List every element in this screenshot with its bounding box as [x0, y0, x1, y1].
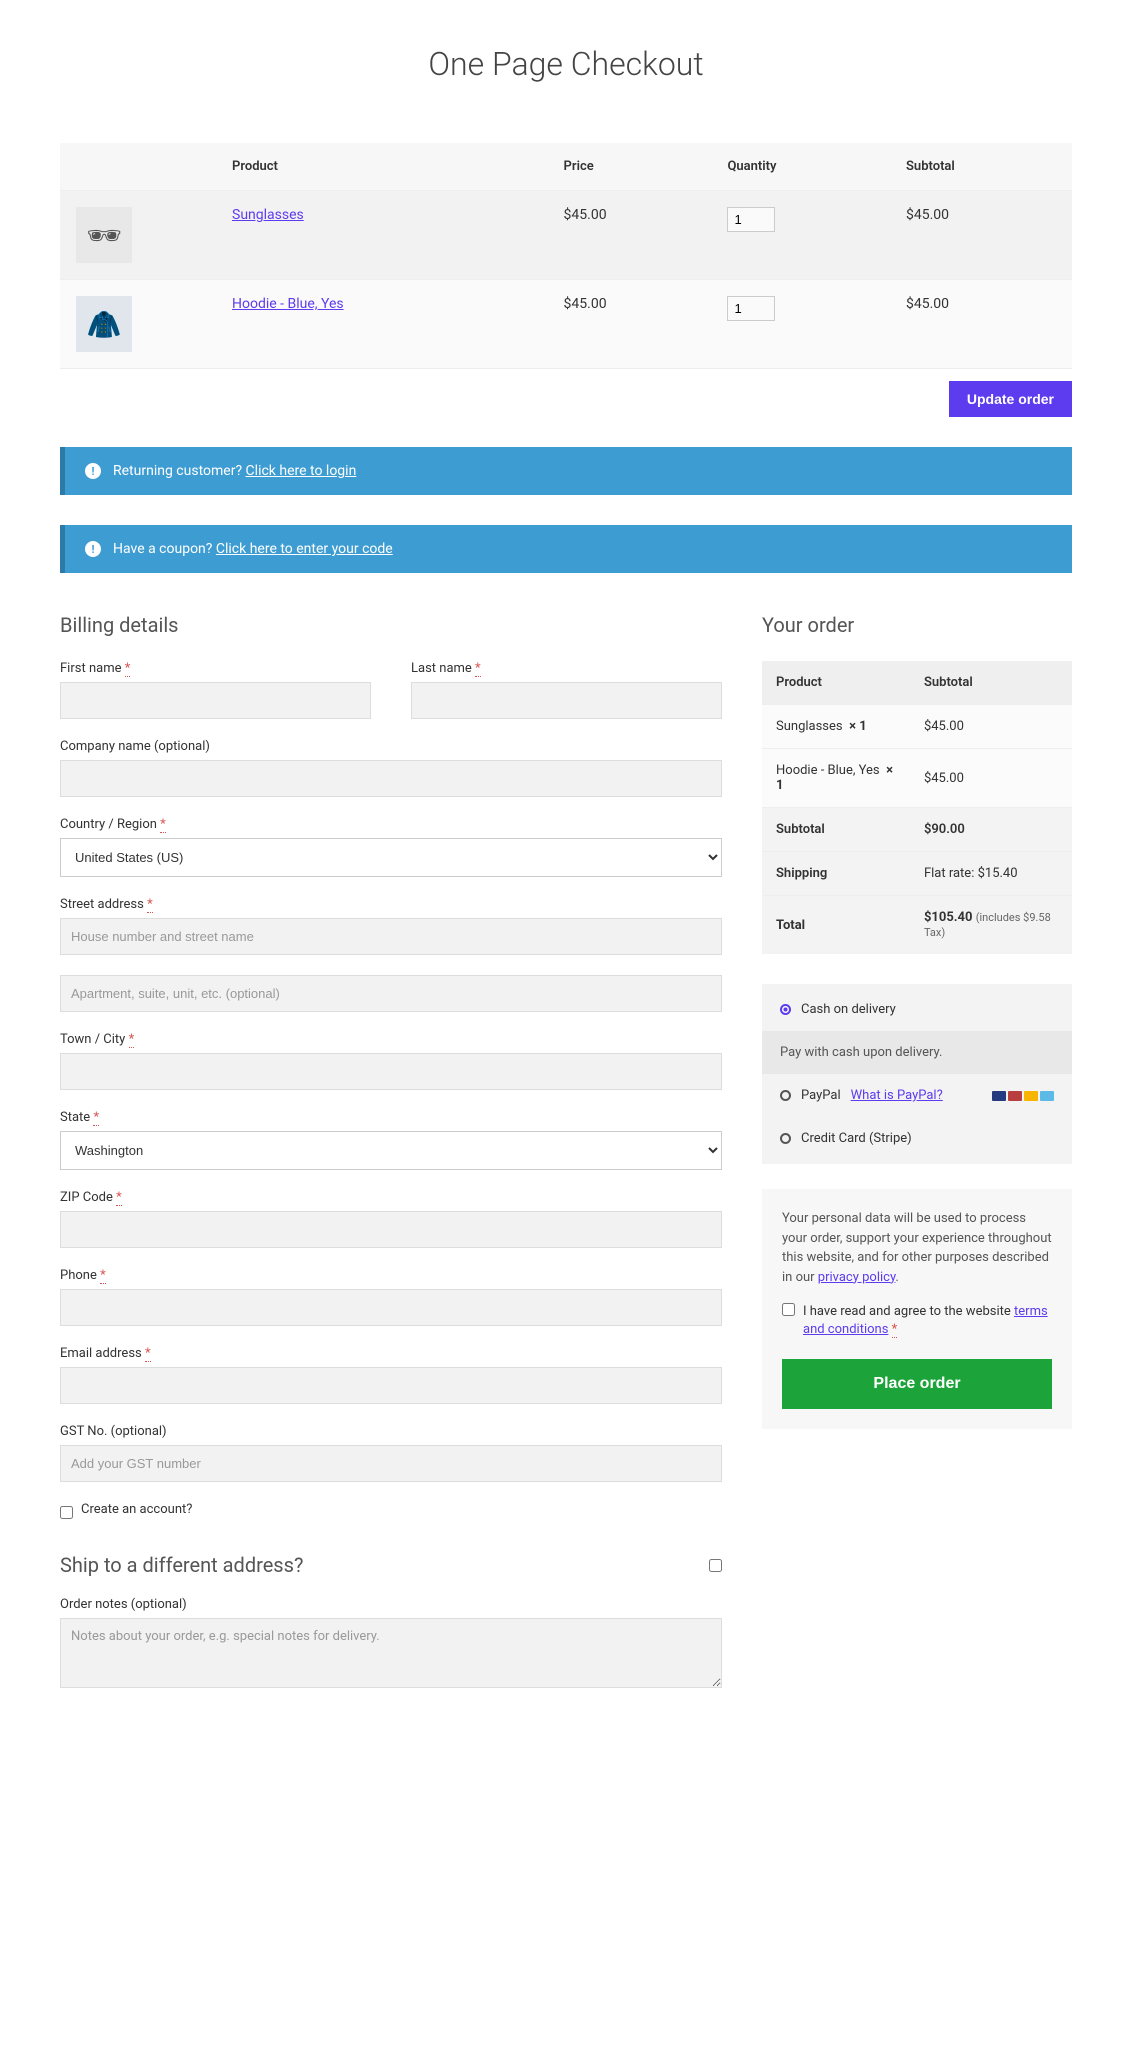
first-name-label: First name * — [60, 661, 371, 676]
city-input[interactable] — [60, 1053, 722, 1090]
product-image: 🕶 — [76, 207, 132, 263]
notice-text: Returning customer? — [113, 463, 242, 479]
radio-icon — [780, 1090, 791, 1101]
state-select[interactable]: Washington — [60, 1131, 722, 1170]
country-select[interactable]: United States (US) — [60, 838, 722, 877]
gst-input[interactable] — [60, 1445, 722, 1482]
state-label: State * — [60, 1110, 722, 1125]
price-cell: $45.00 — [552, 280, 716, 369]
card-icons — [992, 1091, 1054, 1101]
ship-heading: Ship to a different address? — [60, 1553, 303, 1577]
col-price: Price — [552, 143, 716, 191]
total-value: $105.40 (includes $9.58 Tax) — [910, 896, 1072, 955]
cart-row: 🧥 Hoodie - Blue, Yes $45.00 $45.00 — [60, 280, 1072, 369]
notice-text: Have a coupon? — [113, 541, 212, 557]
page-title: One Page Checkout — [60, 45, 1072, 83]
phone-input[interactable] — [60, 1289, 722, 1326]
qty-input[interactable] — [727, 207, 775, 232]
last-name-input[interactable] — [411, 682, 722, 719]
radio-icon — [780, 1133, 791, 1144]
subtotal-cell: $45.00 — [894, 280, 1072, 369]
coupon-link[interactable]: Click here to enter your code — [216, 541, 393, 557]
order-col-product: Product — [762, 661, 910, 705]
privacy-text: Your personal data will be used to proce… — [782, 1209, 1052, 1287]
returning-customer-notice: ! Returning customer? Click here to logi… — [60, 447, 1072, 495]
product-link[interactable]: Sunglasses — [232, 207, 304, 223]
col-thumb — [60, 143, 220, 191]
street-label: Street address * — [60, 897, 722, 912]
payment-cod[interactable]: Cash on delivery — [762, 988, 1072, 1031]
company-input[interactable] — [60, 760, 722, 797]
apt-input[interactable] — [60, 975, 722, 1012]
qty-input[interactable] — [727, 296, 775, 321]
cart-table: Product Price Quantity Subtotal 🕶 Sungla… — [60, 143, 1072, 369]
payment-label: PayPal — [801, 1088, 841, 1103]
street-input[interactable] — [60, 918, 722, 955]
ship-different-checkbox[interactable] — [709, 1559, 722, 1572]
coupon-notice: ! Have a coupon? Click here to enter you… — [60, 525, 1072, 573]
order-review-table: Product Subtotal Sunglasses × 1 $45.00 H… — [762, 661, 1072, 954]
subtotal-cell: $45.00 — [894, 191, 1072, 280]
subtotal-label: Subtotal — [762, 808, 910, 852]
shipping-label: Shipping — [762, 852, 910, 896]
price-cell: $45.00 — [552, 191, 716, 280]
terms-label: I have read and agree to the website ter… — [803, 1303, 1052, 1339]
radio-icon — [780, 1004, 791, 1015]
payment-cod-desc: Pay with cash upon delivery. — [762, 1031, 1072, 1074]
first-name-input[interactable] — [60, 682, 371, 719]
info-icon: ! — [85, 463, 101, 479]
order-item-name: Hoodie - Blue, Yes — [776, 763, 880, 778]
order-item-name: Sunglasses — [776, 719, 843, 734]
shipping-value: Flat rate: $15.40 — [910, 852, 1072, 896]
update-order-button[interactable]: Update order — [949, 381, 1072, 417]
product-image: 🧥 — [76, 296, 132, 352]
payment-methods: Cash on delivery Pay with cash upon deli… — [762, 984, 1072, 1164]
col-subtotal: Subtotal — [894, 143, 1072, 191]
order-heading: Your order — [762, 613, 1072, 637]
zip-label: ZIP Code * — [60, 1190, 722, 1205]
what-is-paypal-link[interactable]: What is PayPal? — [851, 1088, 943, 1103]
email-input[interactable] — [60, 1367, 722, 1404]
total-label: Total — [762, 896, 910, 955]
create-account-checkbox[interactable] — [60, 1506, 73, 1519]
col-qty: Quantity — [715, 143, 894, 191]
subtotal-value: $90.00 — [910, 808, 1072, 852]
company-label: Company name (optional) — [60, 739, 722, 754]
privacy-box: Your personal data will be used to proce… — [762, 1189, 1072, 1429]
login-link[interactable]: Click here to login — [246, 463, 357, 479]
billing-heading: Billing details — [60, 613, 722, 637]
payment-paypal[interactable]: PayPal What is PayPal? — [762, 1074, 1072, 1117]
order-item-subtotal: $45.00 — [910, 749, 1072, 808]
cart-row: 🕶 Sunglasses $45.00 $45.00 — [60, 191, 1072, 280]
country-label: Country / Region * — [60, 817, 722, 832]
payment-stripe[interactable]: Credit Card (Stripe) — [762, 1117, 1072, 1160]
gst-label: GST No. (optional) — [60, 1424, 722, 1439]
order-item-subtotal: $45.00 — [910, 705, 1072, 749]
email-label: Email address * — [60, 1346, 722, 1361]
order-notes-label: Order notes (optional) — [60, 1597, 722, 1612]
phone-label: Phone * — [60, 1268, 722, 1283]
create-account-label: Create an account? — [81, 1502, 192, 1517]
order-item-qty: × 1 — [849, 719, 867, 734]
payment-label: Credit Card (Stripe) — [801, 1131, 912, 1146]
order-notes-textarea[interactable] — [60, 1618, 722, 1688]
col-product: Product — [220, 143, 552, 191]
city-label: Town / City * — [60, 1032, 722, 1047]
product-link[interactable]: Hoodie - Blue, Yes — [232, 296, 344, 312]
place-order-button[interactable]: Place order — [782, 1359, 1052, 1409]
privacy-policy-link[interactable]: privacy policy — [818, 1270, 896, 1285]
payment-label: Cash on delivery — [801, 1002, 896, 1017]
last-name-label: Last name * — [411, 661, 722, 676]
order-item-row: Sunglasses × 1 $45.00 — [762, 705, 1072, 749]
order-item-row: Hoodie - Blue, Yes × 1 $45.00 — [762, 749, 1072, 808]
terms-checkbox[interactable] — [782, 1303, 795, 1316]
order-col-subtotal: Subtotal — [910, 661, 1072, 705]
zip-input[interactable] — [60, 1211, 722, 1248]
info-icon: ! — [85, 541, 101, 557]
